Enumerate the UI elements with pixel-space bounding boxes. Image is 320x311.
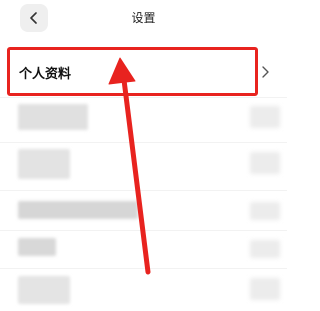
annotation-arrow (108, 57, 151, 275)
